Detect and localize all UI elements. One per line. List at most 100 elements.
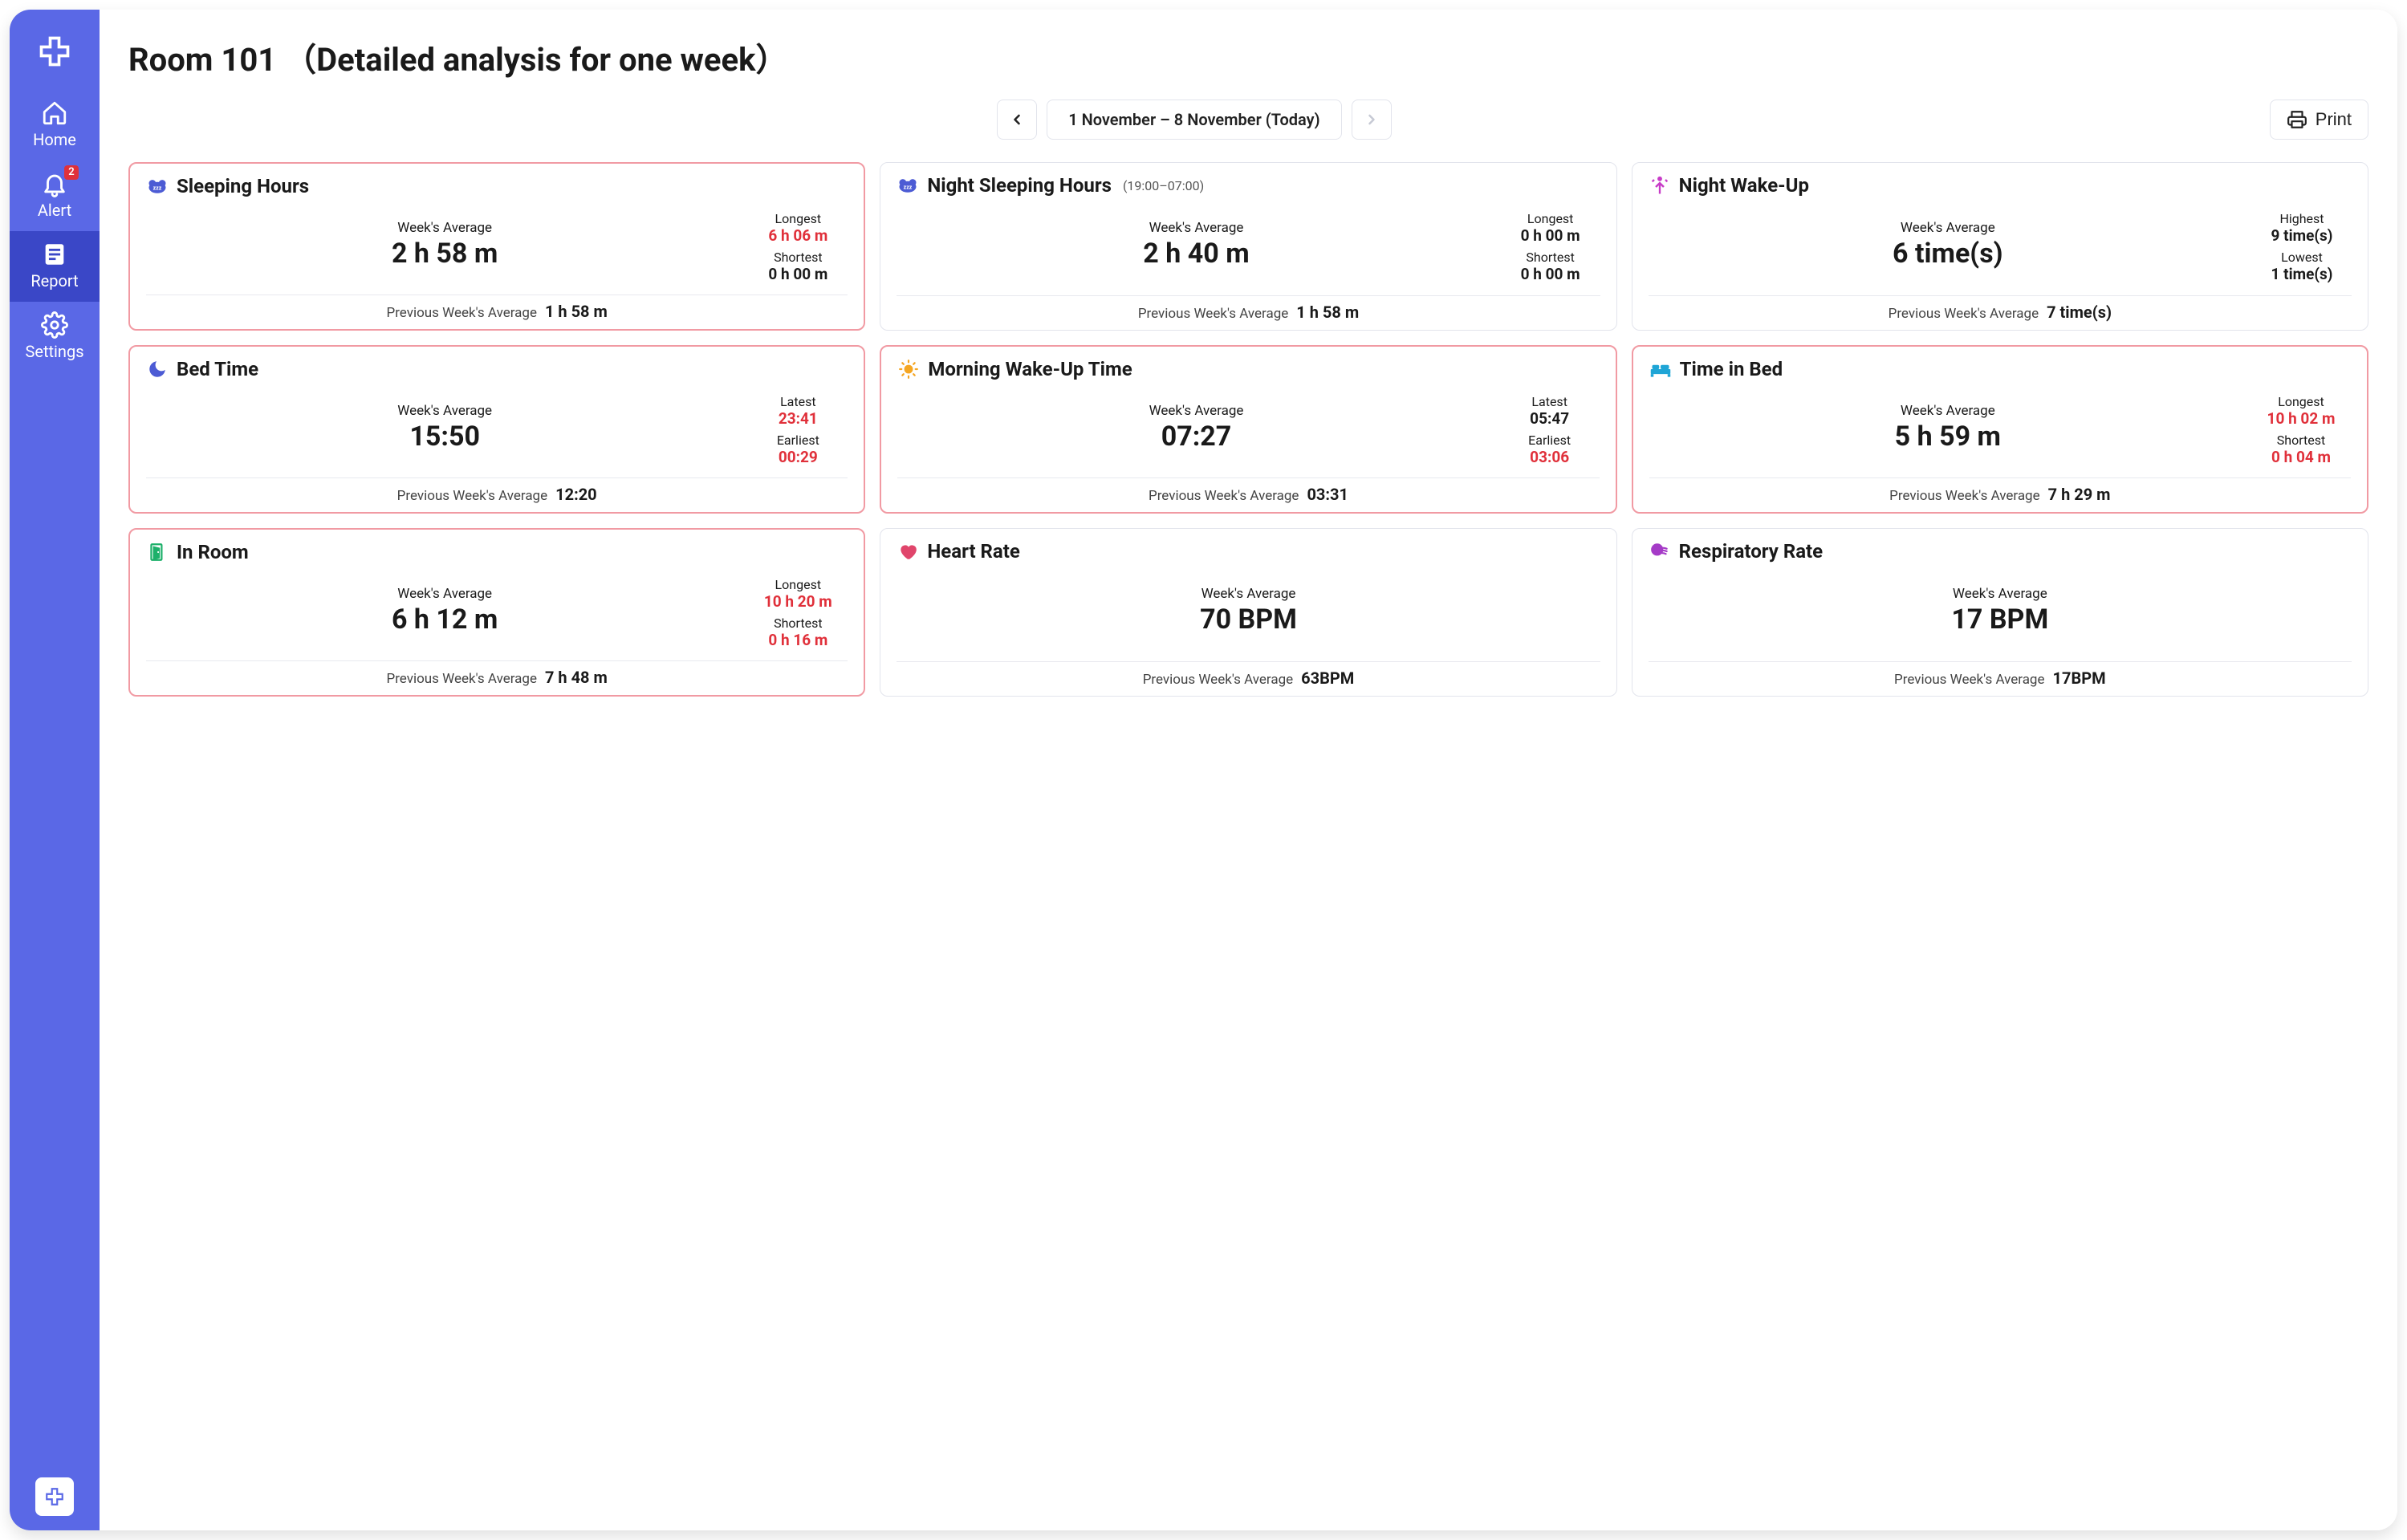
svg-text:zzz: zzz xyxy=(153,185,162,191)
week-avg-value: 17 BPM xyxy=(1951,603,2048,636)
week-avg-value: 15:50 xyxy=(409,421,480,453)
longest-value: 6 h 06 m xyxy=(748,226,848,245)
card-night-wake-up[interactable]: Night Wake-Up Week's Average 6 time(s) H… xyxy=(1632,162,2368,331)
nav-report[interactable]: Report xyxy=(10,231,100,302)
week-avg-label: Week's Average xyxy=(397,586,492,602)
card-title: Bed Time xyxy=(177,358,258,380)
card-title: Night Wake-Up xyxy=(1679,174,1809,197)
svg-text:zzz: zzz xyxy=(904,184,913,190)
latest-label: Latest xyxy=(748,394,848,409)
prev-week-label: Previous Week's Average xyxy=(386,305,536,321)
week-avg-value: 70 BPM xyxy=(1200,603,1297,636)
week-avg-value: 6 h 12 m xyxy=(392,603,498,636)
week-avg-value: 6 time(s) xyxy=(1893,238,2003,270)
longest-value: 10 h 02 m xyxy=(2251,409,2351,428)
longest-label: Longest xyxy=(1501,211,1600,226)
card-title: Sleeping Hours xyxy=(177,175,309,197)
nav-settings-label: Settings xyxy=(25,342,83,361)
card-title: Night Sleeping Hours xyxy=(927,174,1112,197)
sidebar-collapse-button[interactable] xyxy=(35,1477,74,1516)
print-button-label: Print xyxy=(2316,109,2352,130)
shortest-value: 0 h 00 m xyxy=(1501,265,1600,283)
lowest-value: 1 time(s) xyxy=(2252,265,2352,283)
prev-week-label: Previous Week's Average xyxy=(386,671,536,687)
print-button[interactable]: Print xyxy=(2270,100,2368,140)
date-range-display[interactable]: 1 November – 8 November (Today) xyxy=(1047,100,1341,140)
prev-week-value: 03:31 xyxy=(1307,485,1348,504)
shortest-label: Shortest xyxy=(1501,250,1600,265)
shortest-value: 0 h 16 m xyxy=(748,631,848,649)
card-title: In Room xyxy=(177,541,249,563)
lowest-label: Lowest xyxy=(2252,250,2352,265)
week-avg-label: Week's Average xyxy=(1149,220,1244,236)
prev-week-value: 12:20 xyxy=(555,485,597,504)
metrics-grid: zzz Sleeping Hours Week's Average 2 h 58… xyxy=(124,162,2373,697)
week-avg-label: Week's Average xyxy=(1201,586,1296,602)
longest-label: Longest xyxy=(2251,394,2351,409)
earliest-label: Earliest xyxy=(1500,433,1600,448)
prev-week-label: Previous Week's Average xyxy=(397,488,547,504)
date-toolbar: 1 November – 8 November (Today) Print xyxy=(124,100,2373,140)
card-in-room[interactable]: In Room Week's Average 6 h 12 m Longest … xyxy=(128,528,865,697)
prev-week-button[interactable] xyxy=(997,100,1037,140)
card-title: Heart Rate xyxy=(927,540,1020,563)
nav-home[interactable]: Home xyxy=(10,90,100,161)
prev-week-value: 1 h 58 m xyxy=(545,302,608,321)
longest-label: Longest xyxy=(748,577,848,592)
card-heart-rate[interactable]: Heart Rate Week's Average 70 BPM Previou… xyxy=(880,528,1616,697)
prev-week-value: 7 h 48 m xyxy=(545,668,608,687)
week-avg-value: 2 h 58 m xyxy=(392,238,498,270)
sleep-icon: zzz xyxy=(897,174,919,197)
shortest-label: Shortest xyxy=(748,250,848,265)
earliest-value: 03:06 xyxy=(1500,448,1600,466)
longest-label: Longest xyxy=(748,211,848,226)
card-respiratory-rate[interactable]: Respiratory Rate Week's Average 17 BPM P… xyxy=(1632,528,2368,697)
card-sleeping-hours[interactable]: zzz Sleeping Hours Week's Average 2 h 58… xyxy=(128,162,865,331)
page-title: Room 101 （Detailed analysis for one week… xyxy=(128,34,2373,80)
longest-value: 0 h 00 m xyxy=(1501,226,1600,245)
alert-badge: 2 xyxy=(64,165,79,180)
earliest-value: 00:29 xyxy=(748,448,848,466)
nav-alert-label: Alert xyxy=(38,201,71,220)
week-avg-value: 5 h 59 m xyxy=(1895,421,2001,453)
prev-week-label: Previous Week's Average xyxy=(1138,306,1288,322)
app-logo-icon xyxy=(37,34,72,69)
card-title: Time in Bed xyxy=(1680,358,1783,380)
nav-report-label: Report xyxy=(30,271,78,291)
prev-week-value: 1 h 58 m xyxy=(1296,303,1359,322)
nav-settings[interactable]: Settings xyxy=(10,302,100,372)
shortest-value: 0 h 04 m xyxy=(2251,448,2351,466)
latest-label: Latest xyxy=(1500,394,1600,409)
week-avg-label: Week's Average xyxy=(397,220,492,236)
sun-icon xyxy=(897,358,920,380)
prev-week-label: Previous Week's Average xyxy=(1143,672,1293,688)
week-avg-label: Week's Average xyxy=(1149,403,1244,419)
printer-icon xyxy=(2287,109,2307,130)
week-avg-label: Week's Average xyxy=(1953,586,2047,602)
chevron-right-icon xyxy=(1364,112,1380,128)
highest-value: 9 time(s) xyxy=(2252,226,2352,245)
card-morning-wake-up[interactable]: Morning Wake-Up Time Week's Average 07:2… xyxy=(880,345,1616,514)
door-icon xyxy=(146,541,169,563)
highest-label: Highest xyxy=(2252,211,2352,226)
prev-week-label: Previous Week's Average xyxy=(1889,306,2039,322)
chevron-left-icon xyxy=(1009,112,1025,128)
shortest-value: 0 h 00 m xyxy=(748,265,848,283)
app-frame: Home 2 Alert Report xyxy=(10,10,2397,1530)
next-week-button[interactable] xyxy=(1352,100,1392,140)
shortest-label: Shortest xyxy=(748,616,848,631)
gear-icon xyxy=(41,311,68,339)
prev-week-value: 7 time(s) xyxy=(2047,303,2112,322)
week-avg-value: 07:27 xyxy=(1161,421,1232,453)
home-icon xyxy=(41,100,68,127)
heart-icon xyxy=(897,540,919,563)
nav-alert[interactable]: 2 Alert xyxy=(10,161,100,231)
breath-icon xyxy=(1649,540,1671,563)
card-night-sleeping-hours[interactable]: zzz Night Sleeping Hours (19:00–07:00) W… xyxy=(880,162,1616,331)
bed-icon xyxy=(1649,358,1672,380)
card-subtitle: (19:00–07:00) xyxy=(1123,178,1204,193)
card-time-in-bed[interactable]: Time in Bed Week's Average 5 h 59 m Long… xyxy=(1632,345,2368,514)
week-avg-label: Week's Average xyxy=(1901,220,1995,236)
week-avg-label: Week's Average xyxy=(1901,403,1995,419)
card-bed-time[interactable]: Bed Time Week's Average 15:50 Latest 23:… xyxy=(128,345,865,514)
